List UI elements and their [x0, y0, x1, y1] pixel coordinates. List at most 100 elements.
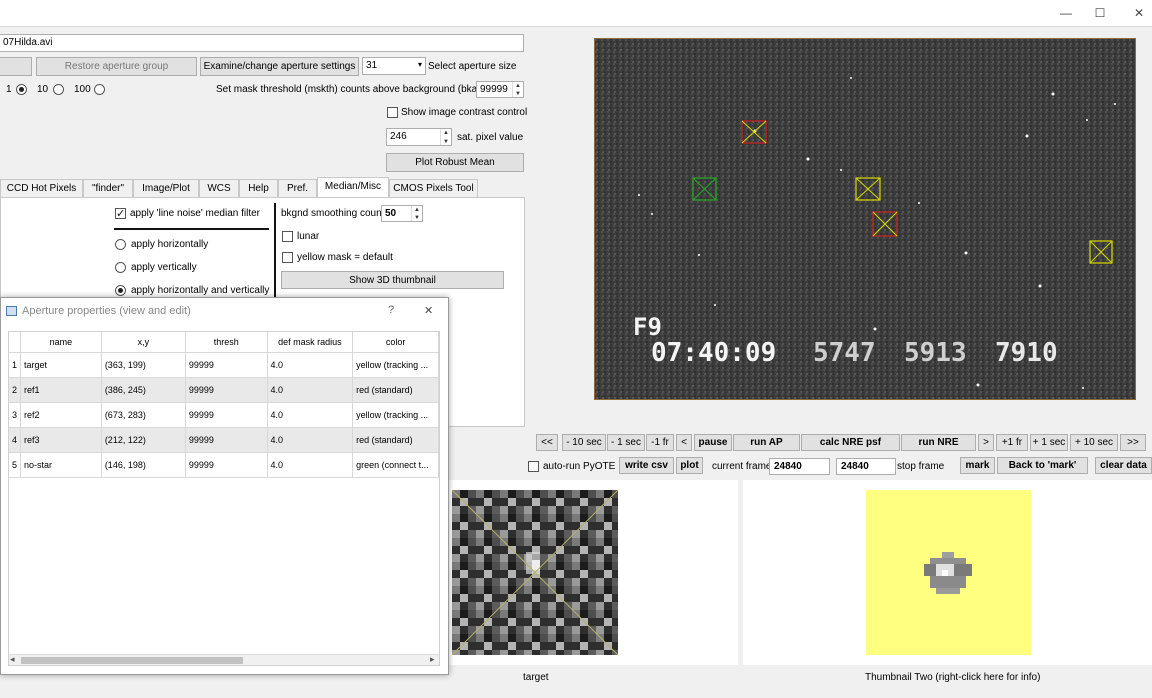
minus-1-frame-button[interactable]: -1 fr — [646, 434, 674, 451]
cell-xy[interactable]: (212, 122) — [101, 427, 186, 453]
autorun-pyote-checkbox[interactable] — [528, 461, 539, 472]
pause-button[interactable]: pause — [694, 434, 732, 451]
line-noise-checkbox[interactable] — [115, 208, 126, 219]
plot-button[interactable]: plot — [676, 457, 703, 474]
restore-aperture-group-button[interactable]: Restore aperture group — [36, 57, 197, 76]
scroll-right-icon[interactable]: ▸ — [430, 654, 435, 665]
thumbnail-one-image[interactable] — [452, 490, 618, 655]
cell-radius[interactable]: 4.0 — [267, 402, 354, 428]
spin-arrows-icon[interactable]: ▲ ▼ — [411, 206, 422, 221]
tab-finder[interactable]: "finder" — [83, 179, 133, 198]
current-frame-field[interactable]: 24840 — [769, 458, 830, 475]
cell-xy[interactable]: (673, 283) — [101, 402, 186, 428]
last-frame-button[interactable]: >> — [1120, 434, 1146, 451]
cell-name[interactable]: ref3 — [20, 427, 102, 453]
cell-thresh[interactable]: 99999 — [185, 427, 268, 453]
plot-robust-mean-button[interactable]: Plot Robust Mean — [386, 153, 524, 172]
video-image[interactable]: F9 07:40:09 5747 5913 7910 — [595, 39, 1136, 400]
scrollbar-thumb[interactable] — [21, 657, 243, 664]
first-frame-button[interactable]: << — [536, 434, 558, 451]
tab-ccd-hot-pixels[interactable]: CCD Hot Pixels — [0, 179, 83, 198]
column-header-name[interactable]: name — [20, 332, 102, 353]
cell-thresh[interactable]: 99999 — [185, 452, 268, 478]
minus-10-sec-button[interactable]: - 10 sec — [562, 434, 606, 451]
cell-xy[interactable]: (146, 198) — [101, 452, 186, 478]
tab-image-plot[interactable]: Image/Plot — [133, 179, 199, 198]
table-row[interactable]: 3 ref2 (673, 283) 99999 4.0 yellow (trac… — [9, 402, 439, 428]
minus-1-sec-button[interactable]: - 1 sec — [607, 434, 645, 451]
cell-thresh[interactable]: 99999 — [185, 402, 268, 428]
radio-100[interactable] — [94, 84, 105, 95]
clear-data-button[interactable]: clear data — [1095, 457, 1152, 474]
dialog-close-icon[interactable]: ✕ — [424, 304, 433, 317]
spin-arrows-icon[interactable]: ▲ ▼ — [440, 129, 451, 145]
cell-name[interactable]: ref2 — [20, 402, 102, 428]
radio-horizontal[interactable] — [115, 239, 126, 250]
cell-xy[interactable]: (363, 199) — [101, 352, 186, 378]
plus-1-frame-button[interactable]: +1 fr — [996, 434, 1028, 451]
table-row[interactable]: 2 ref1 (386, 245) 99999 4.0 red (standar… — [9, 377, 439, 403]
calc-nre-psf-button[interactable]: calc NRE psf — [801, 434, 900, 451]
table-row[interactable]: 1 target (363, 199) 99999 4.0 yellow (tr… — [9, 352, 439, 378]
horizontal-scrollbar[interactable]: ◂ ▸ — [9, 654, 439, 665]
tab-wcs[interactable]: WCS — [199, 179, 239, 198]
left-partial-button[interactable] — [0, 57, 32, 76]
spin-arrows-icon[interactable]: ▲ ▼ — [512, 82, 523, 97]
cell-radius[interactable]: 4.0 — [267, 352, 354, 378]
write-csv-button[interactable]: write csv — [619, 457, 674, 474]
column-header-mask-radius[interactable]: def mask radius — [267, 332, 354, 353]
column-header-color[interactable]: color — [352, 332, 439, 353]
cell-color[interactable]: red (standard) — [352, 427, 439, 453]
cell-color[interactable]: yellow (tracking ... — [352, 352, 439, 378]
cell-thresh[interactable]: 99999 — [185, 377, 268, 403]
table-row[interactable]: 4 ref3 (212, 122) 99999 4.0 red (standar… — [9, 427, 439, 453]
radio-1[interactable] — [16, 84, 27, 95]
radio-10[interactable] — [53, 84, 64, 95]
lunar-checkbox[interactable] — [282, 231, 293, 242]
column-header-thresh[interactable]: thresh — [185, 332, 268, 353]
contrast-checkbox[interactable] — [387, 107, 398, 118]
mark-button[interactable]: mark — [960, 457, 995, 474]
close-icon[interactable]: ✕ — [1131, 5, 1147, 21]
stop-frame-field[interactable]: 24840 — [836, 458, 896, 475]
forward-button[interactable]: > — [978, 434, 994, 451]
mask-threshold-spinbox[interactable]: 99999 ▲ ▼ — [476, 81, 524, 98]
radio-vertical[interactable] — [115, 262, 126, 273]
cell-color[interactable]: green (connect t... — [352, 452, 439, 478]
file-name-field[interactable]: 07Hilda.avi — [0, 34, 524, 52]
thumbnail-two-image[interactable] — [866, 490, 1031, 655]
cell-name[interactable]: ref1 — [20, 377, 102, 403]
bkgnd-smoothing-spinbox[interactable]: 50 ▲ ▼ — [381, 205, 423, 222]
column-header-xy[interactable]: x,y — [101, 332, 186, 353]
maximize-icon[interactable]: ☐ — [1092, 5, 1108, 21]
tab-cmos-pixels-tool[interactable]: CMOS Pixels Tool — [389, 179, 478, 198]
table-row[interactable]: 5 no-star (146, 198) 99999 4.0 green (co… — [9, 452, 439, 478]
plus-10-sec-button[interactable]: + 10 sec — [1070, 434, 1118, 451]
scroll-left-icon[interactable]: ◂ — [10, 654, 15, 665]
tab-median-misc[interactable]: Median/Misc — [317, 177, 389, 198]
aperture-properties-dialog[interactable]: Aperture properties (view and edit) ? ✕ … — [0, 297, 449, 675]
back-button[interactable]: < — [676, 434, 692, 451]
tab-pref[interactable]: Pref. — [278, 179, 317, 198]
cell-xy[interactable]: (386, 245) — [101, 377, 186, 403]
cell-radius[interactable]: 4.0 — [267, 452, 354, 478]
cell-radius[interactable]: 4.0 — [267, 377, 354, 403]
plus-1-sec-button[interactable]: + 1 sec — [1030, 434, 1068, 451]
aperture-size-select[interactable]: 31 ▾ — [362, 57, 426, 75]
back-to-mark-button[interactable]: Back to 'mark' — [997, 457, 1088, 474]
tab-help[interactable]: Help — [239, 179, 278, 198]
examine-aperture-settings-button[interactable]: Examine/change aperture settings — [200, 57, 359, 76]
help-icon[interactable]: ? — [388, 304, 394, 316]
cell-radius[interactable]: 4.0 — [267, 427, 354, 453]
cell-thresh[interactable]: 99999 — [185, 352, 268, 378]
video-frame[interactable]: F9 07:40:09 5747 5913 7910 — [594, 38, 1136, 400]
yellow-mask-checkbox[interactable] — [282, 252, 293, 263]
cell-name[interactable]: target — [20, 352, 102, 378]
run-nre-button[interactable]: run NRE — [901, 434, 976, 451]
cell-name[interactable]: no-star — [20, 452, 102, 478]
minimize-icon[interactable]: — — [1058, 5, 1074, 21]
sat-pixel-spinbox[interactable]: 246 ▲ ▼ — [386, 128, 452, 146]
run-ap-button[interactable]: run AP — [733, 434, 800, 451]
show-3d-thumbnail-button[interactable]: Show 3D thumbnail — [281, 271, 504, 289]
cell-color[interactable]: red (standard) — [352, 377, 439, 403]
